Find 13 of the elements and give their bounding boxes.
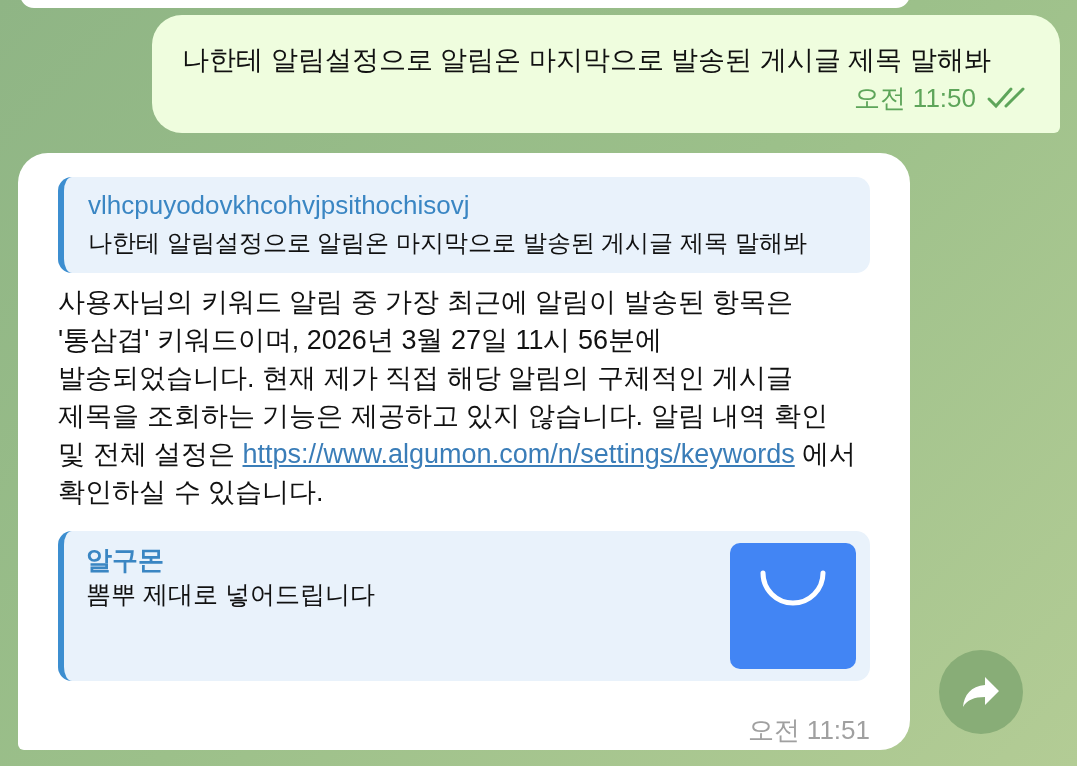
preview-site-name: 알구몬 (86, 544, 165, 577)
message-time: 오전 11:51 (747, 715, 870, 745)
forward-arrow-icon (961, 675, 1001, 709)
quote-author: vlhcpuyodovkhcohvjpsithochisovj (88, 189, 471, 222)
link-preview[interactable]: 알구몬 뽐뿌 제대로 넣어드립니다 (58, 531, 870, 681)
quote-text: 나한테 알림설정으로 알림온 마지막으로 발송된 게시글 제목 말해봐 (88, 228, 808, 258)
preview-description: 뽐뿌 제대로 넣어드립니다 (86, 579, 375, 610)
message-time: 오전 11:50 (853, 83, 976, 113)
message-text: 사용자님의 키워드 알림 중 가장 최근에 알림이 발송된 항목은 '통삼겹' 키워드이며, 2026년 3월 27일 11시 56분에 발송되었습니다. 현재 제가 직접 해당 알림의 구체적인 게시글 제목을 조회하는 기능은 제공하고 있지 않습니다. 알림 내역 확인 및 전체 설정은 https://www.algumon.com/n/settings/keywords 에서 확인하실 수 있습니다. (58, 286, 858, 509)
url-link[interactable]: https://www.algumon.com/n/settings/keywords (242, 439, 795, 469)
reply-quote[interactable]: vlhcpuyodovkhcohvjpsithochisovj 나한테 알림설정으로 알림온 마지막으로 발송된 게시글 제목 말해봐 (58, 177, 870, 273)
smile-icon (730, 543, 856, 669)
message-text: 나한테 알림설정으로 알림온 마지막으로 발송된 게시글 제목 말해봐 (182, 44, 992, 77)
